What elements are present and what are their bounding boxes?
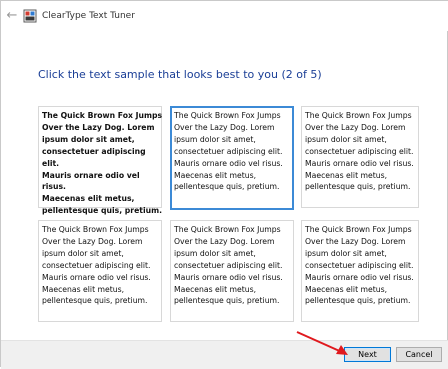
- sample-text: The Quick Brown Fox Jumps Over the Lazy …: [305, 111, 414, 192]
- cleartype-app-icon: [23, 9, 37, 23]
- window-title: ClearType Text Tuner: [42, 11, 135, 21]
- cancel-button[interactable]: Cancel: [396, 347, 442, 362]
- sample-text: The Quick Brown Fox Jumps Over the Lazy …: [305, 225, 414, 306]
- cleartype-window: ← ClearType Text Tuner Click the text sa…: [0, 0, 448, 369]
- text-sample-1[interactable]: The Quick Brown Fox Jumps Over the Lazy …: [38, 106, 162, 215]
- next-button[interactable]: Next: [344, 347, 391, 362]
- text-sample-3[interactable]: The Quick Brown Fox Jumps Over the Lazy …: [301, 106, 419, 208]
- text-sample-5[interactable]: The Quick Brown Fox Jumps Over the Lazy …: [170, 220, 294, 322]
- text-sample-4[interactable]: The Quick Brown Fox Jumps Over the Lazy …: [38, 220, 162, 322]
- text-sample-6[interactable]: The Quick Brown Fox Jumps Over the Lazy …: [301, 220, 419, 322]
- text-sample-2[interactable]: The Quick Brown Fox Jumps Over the Lazy …: [170, 106, 294, 210]
- title-bar: ← ClearType Text Tuner: [1, 1, 448, 31]
- sample-text: The Quick Brown Fox Jumps Over the Lazy …: [42, 111, 163, 216]
- sample-text: The Quick Brown Fox Jumps Over the Lazy …: [174, 225, 283, 306]
- sample-text: The Quick Brown Fox Jumps Over the Lazy …: [174, 111, 283, 192]
- page-instruction: Click the text sample that looks best to…: [38, 68, 322, 81]
- back-arrow-icon[interactable]: ←: [5, 9, 19, 23]
- sample-text: The Quick Brown Fox Jumps Over the Lazy …: [42, 225, 151, 306]
